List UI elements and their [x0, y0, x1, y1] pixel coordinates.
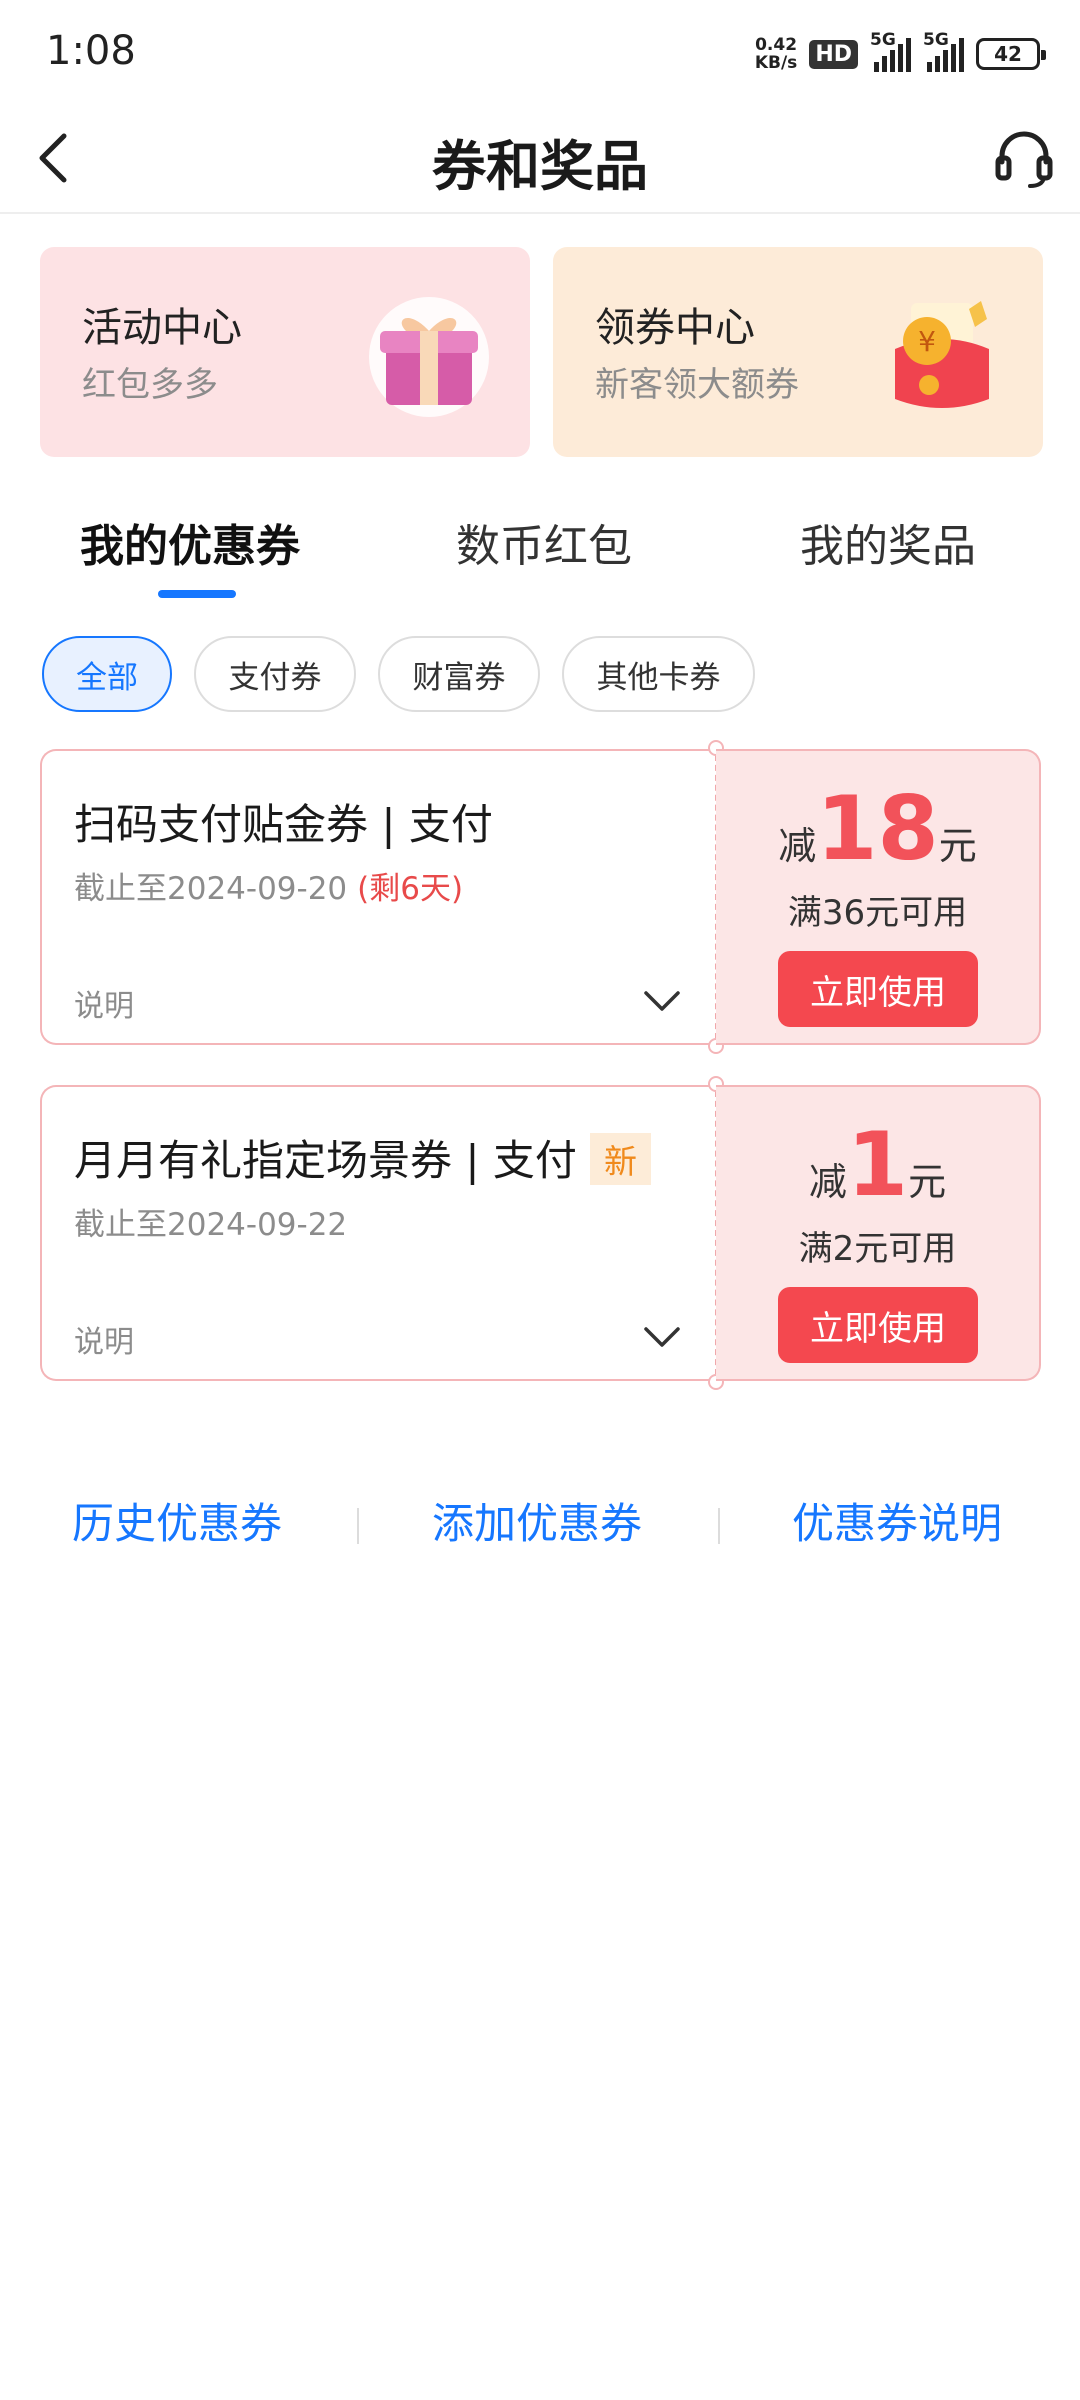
card-title: 领券中心 [595, 305, 755, 351]
status-bar: 1:08 0.42 KB/s HD 5G 5G 42 [0, 0, 1080, 104]
tab-my-coupons[interactable]: 我的优惠券 [80, 510, 300, 574]
usage-threshold: 满36元可用 [787, 893, 968, 933]
coupon-card: 月月有礼指定场景券 | 支付 新 截止至2024-09-22 说明 减1元 满2… [40, 1076, 1041, 1390]
filter-wealth[interactable]: 财富券 [378, 636, 540, 712]
coupon-description-label[interactable]: 说明 [74, 1317, 134, 1361]
coupon-title: 月月有礼指定场景券 | 支付 [74, 1136, 577, 1185]
usage-threshold: 满2元可用 [798, 1229, 957, 1269]
add-coupon-link[interactable]: 添加优惠券 [432, 1490, 642, 1551]
card-subtitle: 新客领大额券 [595, 365, 799, 405]
coupon-info-link[interactable]: 优惠券说明 [792, 1490, 1002, 1551]
card-title: 活动中心 [82, 305, 242, 351]
history-coupons-link[interactable]: 历史优惠券 [72, 1490, 282, 1551]
tab-indicator [158, 590, 236, 598]
chevron-down-icon[interactable] [642, 987, 682, 1015]
battery-icon: 42 [976, 38, 1046, 70]
coupon-expiry: 截止至2024-09-22 [74, 1207, 348, 1243]
link-divider [718, 1508, 720, 1544]
coupon-value-panel: 减1元 满2元可用 立即使用 [716, 1085, 1041, 1381]
new-badge: 新 [590, 1133, 651, 1185]
coupon-remaining-days: (剩6天) [357, 871, 464, 907]
gift-box-icon [364, 289, 494, 419]
coupon-description-label[interactable]: 说明 [74, 981, 134, 1025]
network-speed: 0.42 KB/s [754, 35, 798, 73]
coupon-center-card[interactable]: 领券中心 新客领大额券 ¥ [553, 247, 1043, 457]
coupon-expiry: 截止至2024-09-20 (剩6天) [74, 871, 464, 907]
tab-my-prizes[interactable]: 我的奖品 [800, 510, 976, 574]
tab-digital-red-packets[interactable]: 数币红包 [456, 510, 632, 574]
discount-amount: 减18元 [778, 777, 977, 880]
chevron-down-icon[interactable] [642, 1323, 682, 1351]
activity-center-card[interactable]: 活动中心 红包多多 [40, 247, 530, 457]
red-envelope-icon: ¥ [877, 289, 1007, 419]
coupon-title: 扫码支付贴金券 | 支付 [74, 800, 493, 849]
signal-icon: 5G [923, 30, 964, 72]
filter-payment[interactable]: 支付券 [194, 636, 356, 712]
coupon-info: 扫码支付贴金券 | 支付 截止至2024-09-20 (剩6天) 说明 [40, 749, 716, 1045]
headset-icon[interactable] [994, 126, 1054, 190]
filter-other[interactable]: 其他卡券 [562, 636, 755, 712]
signal-icon: 5G [870, 30, 911, 72]
coupon-info: 月月有礼指定场景券 | 支付 新 截止至2024-09-22 说明 [40, 1085, 716, 1381]
svg-text:¥: ¥ [918, 325, 936, 358]
link-divider [357, 1508, 359, 1544]
coupon-card: 扫码支付贴金券 | 支付 截止至2024-09-20 (剩6天) 说明 减18元 … [40, 740, 1041, 1054]
coupon-value-panel: 减18元 满36元可用 立即使用 [716, 749, 1041, 1045]
hd-icon: HD [809, 39, 858, 69]
page-title: 券和奖品 [432, 135, 648, 198]
status-icons: 0.42 KB/s HD 5G 5G 42 [754, 30, 1046, 78]
card-subtitle: 红包多多 [82, 365, 218, 405]
filter-all[interactable]: 全部 [42, 636, 172, 712]
use-now-button[interactable]: 立即使用 [778, 1287, 978, 1363]
nav-bar: 券和奖品 [0, 104, 1080, 214]
discount-amount: 减1元 [808, 1113, 947, 1216]
use-now-button[interactable]: 立即使用 [778, 951, 978, 1027]
bottom-links: 历史优惠券 添加优惠券 优惠券说明 [0, 1490, 1080, 1560]
status-time: 1:08 [46, 28, 136, 74]
coupon-tabs: 我的优惠券 数币红包 我的奖品 [0, 510, 1080, 610]
